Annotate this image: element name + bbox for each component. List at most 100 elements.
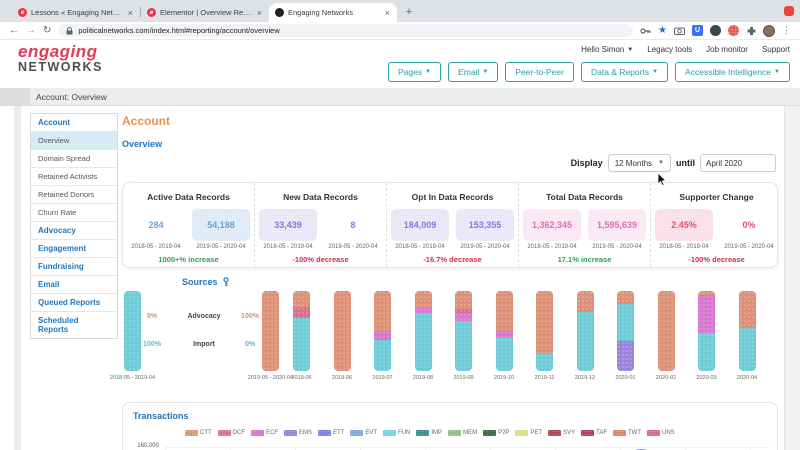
source-bar-2019-05-2020-04[interactable] bbox=[262, 291, 279, 371]
segment-import bbox=[698, 333, 715, 371]
legend-dcf: DCF bbox=[218, 430, 245, 436]
stat-card-new-data-records: New Data Records33,4392018-05 - 2019-048… bbox=[255, 183, 387, 267]
stat-cell: 153,3552019-05 - 2020-04 bbox=[456, 209, 514, 250]
nav-button-peer-to-peer[interactable]: Peer-to-Peer bbox=[505, 62, 574, 82]
sidebar-item-fundraising[interactable]: Fundraising bbox=[31, 258, 117, 276]
comparison-advocacy-pct-left: 0% bbox=[147, 313, 157, 320]
legend-evt: EVT bbox=[350, 430, 377, 436]
stat-title: Total Data Records bbox=[523, 192, 646, 202]
sidebar-item-churn-rate[interactable]: Churn Rate bbox=[31, 204, 117, 222]
stat-title: Supporter Change bbox=[655, 192, 778, 202]
source-bar-2019-08[interactable] bbox=[415, 291, 432, 371]
camera-icon[interactable] bbox=[674, 26, 685, 35]
legend-label: P2P bbox=[498, 430, 509, 436]
browser-tab-elementor-overview-report[interactable]: eElementor | Overview Report× bbox=[141, 3, 269, 22]
source-bar-2019-12[interactable] bbox=[577, 291, 594, 371]
breadcrumb-bar: Account: Overview bbox=[0, 88, 800, 106]
chevron-down-icon: ▼ bbox=[482, 69, 488, 75]
link-legacy-tools[interactable]: Legacy tools bbox=[647, 45, 692, 54]
stat-cell: 54,1882019-05 - 2020-04 bbox=[192, 209, 250, 250]
legend-p2p: P2P bbox=[483, 430, 509, 436]
sidebar-item-queued-reports[interactable]: Queued Reports bbox=[31, 294, 117, 312]
sidebar-item-overview[interactable]: Overview bbox=[31, 132, 117, 150]
source-bar-2019-10[interactable] bbox=[496, 291, 513, 371]
segment-advocacy bbox=[739, 291, 756, 328]
source-bar-2018-05-2019-04[interactable] bbox=[124, 291, 141, 371]
bookmark-star-icon[interactable]: ★ bbox=[658, 25, 667, 36]
legend-swatch bbox=[613, 430, 626, 436]
browser-tab-lessons-engaging-networks[interactable]: eLessons « Engaging Networks× bbox=[12, 3, 140, 22]
source-bar-2019-09[interactable] bbox=[455, 291, 472, 371]
tab-close-icon[interactable]: × bbox=[256, 8, 263, 18]
sidebar-item-retained-donors[interactable]: Retained Donors bbox=[31, 186, 117, 204]
segment-import bbox=[455, 321, 472, 371]
stat-cell: 82019-05 - 2020-04 bbox=[324, 209, 382, 250]
nav-button-data-reports[interactable]: Data & Reports▼ bbox=[581, 62, 668, 82]
source-bar-2020-02[interactable] bbox=[658, 291, 675, 371]
nav-button-email[interactable]: Email▼ bbox=[448, 62, 498, 82]
scrollbar[interactable] bbox=[784, 106, 800, 450]
back-icon[interactable]: ← bbox=[9, 26, 19, 36]
browser-toolbar: ← → ↻ politicalnetworks.com/index.html#r… bbox=[0, 22, 800, 40]
address-bar[interactable]: politicalnetworks.com/index.html#reporti… bbox=[58, 24, 633, 37]
link-support[interactable]: Support bbox=[762, 45, 790, 54]
stat-period: 2019-05 - 2020-04 bbox=[720, 244, 778, 250]
link-job-monitor[interactable]: Job monitor bbox=[706, 45, 748, 54]
legend-ecf: ECF bbox=[251, 430, 278, 436]
display-range-select[interactable]: 12 Months ▼ bbox=[608, 154, 671, 172]
legend-label: IMP bbox=[431, 430, 442, 436]
chevron-down-icon: ▼ bbox=[627, 47, 633, 53]
nav-button-pages[interactable]: Pages▼ bbox=[388, 62, 441, 82]
source-bar-2019-05[interactable] bbox=[293, 291, 310, 371]
legend-uns: UNS bbox=[647, 430, 675, 436]
stat-period: 2018-05 - 2019-04 bbox=[259, 244, 317, 250]
sidebar-item-email[interactable]: Email bbox=[31, 276, 117, 294]
legend-label: EVT bbox=[365, 430, 377, 436]
legend-label: TWT bbox=[628, 430, 641, 436]
stat-value: 1,595,639 bbox=[588, 209, 646, 241]
puzzle-extensions-icon[interactable] bbox=[746, 26, 756, 36]
u-extension-icon[interactable]: U bbox=[692, 25, 703, 36]
app-header: engaging NETWORKS Hello Simon ▼ Legacy t… bbox=[0, 40, 800, 88]
sidebar-item-scheduled-reports[interactable]: Scheduled Reports bbox=[31, 312, 117, 338]
y-axis-tick: 160,000 bbox=[129, 443, 159, 449]
source-bar-2020-01[interactable] bbox=[617, 291, 634, 371]
legend-taf: TAF bbox=[581, 430, 607, 436]
new-tab-button[interactable]: + bbox=[401, 4, 417, 20]
dark-extension-icon[interactable] bbox=[710, 25, 721, 36]
tab-close-icon[interactable]: × bbox=[384, 8, 391, 18]
segment-advocacy bbox=[496, 291, 513, 331]
segment-advocacy bbox=[536, 291, 553, 354]
sidebar-item-engagement[interactable]: Engagement bbox=[31, 240, 117, 258]
sidebar-item-account[interactable]: Account bbox=[31, 114, 117, 132]
sidebar-item-retained-activists[interactable]: Retained Activists bbox=[31, 168, 117, 186]
stat-values: 2.45%2018-05 - 2019-040%2019-05 - 2020-0… bbox=[655, 209, 778, 250]
sidebar-item-advocacy[interactable]: Advocacy bbox=[31, 222, 117, 240]
source-bar-2020-04[interactable] bbox=[739, 291, 756, 371]
mouse-cursor bbox=[657, 172, 667, 187]
source-bar-2020-03[interactable] bbox=[698, 291, 715, 371]
until-date-input[interactable] bbox=[700, 154, 776, 172]
user-menu[interactable]: Hello Simon ▼ bbox=[581, 45, 633, 54]
tab-close-icon[interactable]: × bbox=[127, 8, 134, 18]
segment-orchid bbox=[455, 313, 472, 321]
red-extension-icon[interactable] bbox=[728, 25, 739, 36]
key-icon[interactable] bbox=[222, 277, 230, 287]
stat-change: -100% decrease bbox=[259, 255, 382, 264]
browser-tab-engaging-networks[interactable]: Engaging Networks× bbox=[269, 3, 397, 22]
source-bar-2019-07[interactable] bbox=[374, 291, 391, 371]
source-bar-2019-06[interactable] bbox=[334, 291, 351, 371]
legend-swatch bbox=[515, 430, 528, 436]
source-bar-2019-11[interactable] bbox=[536, 291, 553, 371]
reload-icon[interactable]: ↻ bbox=[43, 26, 51, 36]
nav-button-accessible-intelligence[interactable]: Accessible Intelligence▼ bbox=[675, 62, 790, 82]
legend-swatch bbox=[318, 430, 331, 436]
segment-advocacy bbox=[262, 291, 279, 371]
bar-label: 2018-05 - 2019-04 bbox=[93, 375, 173, 381]
forward-icon[interactable]: → bbox=[26, 26, 36, 36]
sidebar-item-domain-spread[interactable]: Domain Spread bbox=[31, 150, 117, 168]
browser-menu-icon[interactable]: ⋮ bbox=[782, 25, 791, 36]
key-icon[interactable] bbox=[640, 27, 651, 35]
profile-avatar[interactable] bbox=[763, 25, 775, 37]
stat-value: 284 bbox=[127, 209, 185, 241]
